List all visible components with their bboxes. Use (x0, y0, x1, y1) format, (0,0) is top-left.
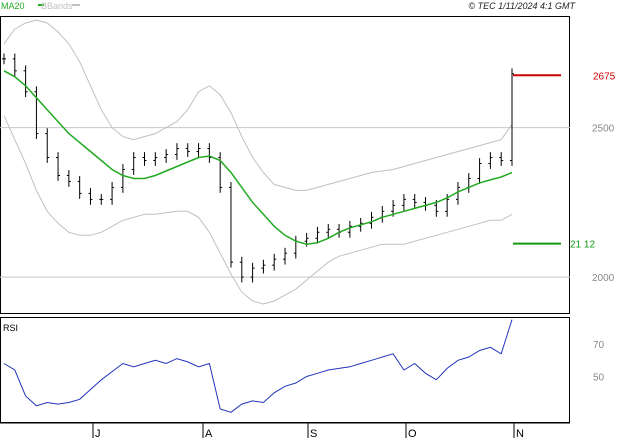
ohlc-bar (2, 53, 6, 65)
rsi-y-tick-label: 70 (593, 340, 605, 351)
ohlc-bar (66, 170, 71, 187)
x-tick-label: S (310, 428, 317, 440)
bb-legend-label: BBands (41, 1, 73, 11)
ohlc-bar (196, 143, 201, 157)
rsi-y-tick-label: 50 (593, 373, 605, 384)
ohlc-bar (412, 194, 417, 208)
ohlc-bar (272, 253, 277, 271)
ohlc-bar (293, 235, 298, 259)
resistance-level-label: 2675 (593, 71, 616, 82)
ohlc-bar (185, 143, 190, 157)
bollinger-bands (3, 19, 513, 305)
ohlc-bar (131, 152, 136, 175)
ohlc-bar (218, 152, 223, 193)
ohlc-bar (380, 205, 385, 223)
ohlc-bar (207, 143, 212, 163)
x-axis-ticks: JASON (92, 423, 524, 440)
rsi-polyline (3, 319, 513, 413)
ohlc-bar (347, 220, 352, 238)
ohlc-bar (315, 226, 320, 244)
ohlc-bar (337, 223, 342, 238)
ohlc-bar (110, 182, 115, 205)
ohlc-bar (261, 259, 266, 274)
ohlc-bar (283, 247, 288, 265)
price-y-tick-label: 2500 (592, 124, 615, 135)
x-tick-label: A (205, 428, 213, 440)
ohlc-bar (34, 86, 39, 139)
ohlc-bar (142, 152, 147, 166)
ohlc-bar (77, 176, 82, 199)
copyright-text: © TEC 1/11/2024 4:1 GMT (468, 1, 576, 11)
support-level-label: 21 12 (570, 240, 595, 251)
ohlc-bar (477, 158, 482, 184)
ohlc-bar (164, 149, 169, 163)
ohlc-bar (401, 194, 406, 211)
ma-legend-label: MA20 (1, 1, 25, 11)
ohlc-bar (88, 188, 93, 205)
rsi-line (3, 319, 513, 413)
x-tick-label: J (95, 428, 101, 440)
rsi-panel-frame (0, 317, 570, 423)
ohlc-bar (250, 262, 255, 283)
ohlc-bar (45, 128, 50, 163)
ohlc-bar (510, 68, 514, 166)
ohlc-bar (369, 211, 374, 229)
ohlc-bar (228, 182, 233, 268)
ohlc-bar (23, 65, 28, 98)
rsi-y-tick-labels: 50 70 (593, 340, 605, 384)
x-tick-label: N (516, 428, 524, 440)
ohlc-bar (466, 173, 471, 193)
price-panel-frame (0, 16, 570, 314)
ohlc-bar (153, 152, 158, 166)
ohlc-bar (488, 152, 493, 169)
rsi-title: RSI (3, 323, 18, 333)
ohlc-bar (120, 164, 125, 193)
price-y-tick-label: 2000 (592, 273, 615, 284)
ohlc-bar (499, 152, 504, 166)
x-tick-label: O (408, 428, 417, 440)
ohlc-bar (56, 152, 61, 181)
ohlc-bar (12, 53, 17, 77)
price-y-tick-labels: 2000 2500 (592, 124, 615, 284)
price-levels: 2675 21 12 (513, 71, 616, 251)
ohlc-bar (239, 256, 244, 283)
stock-chart: MA20 BBands © TEC 1/11/2024 4:1 GMT 2000… (0, 1, 616, 440)
ohlc-bar (174, 143, 179, 160)
upper-band-line (3, 19, 513, 191)
ohlc-bar (99, 194, 104, 205)
ohlc-bars (2, 53, 514, 283)
ohlc-bar (326, 223, 331, 238)
ohlc-bar (423, 196, 428, 211)
